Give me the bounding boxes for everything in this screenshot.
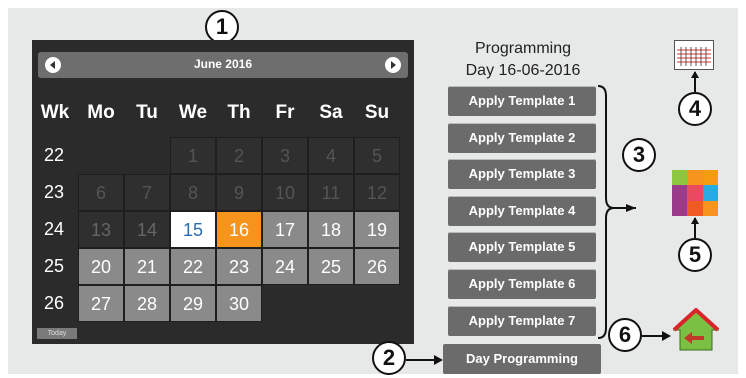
calendar-day-cell[interactable]: 9 [216,174,262,211]
callout-2-arrow [406,355,443,365]
calendar-day-cell[interactable]: 5 [354,137,400,174]
apply-template-7-button[interactable]: Apply Template 7 [448,306,596,336]
calendar-day-cell[interactable]: 21 [124,248,170,285]
calendar-day-cell[interactable]: 26 [354,248,400,285]
callout-4: 4 [678,92,712,126]
calendar-day-cell[interactable]: 22 [170,248,216,285]
calendar-day-cell[interactable]: 13 [78,211,124,248]
calendar-day-cell[interactable]: 30 [216,285,262,322]
day-header-su: Su [364,102,390,123]
calendar-day-cell[interactable]: 1 [170,137,216,174]
callout-6: 6 [608,318,642,352]
calendar-day-cell[interactable]: 27 [78,285,124,322]
day-header-fr: Fr [275,102,295,123]
day-header-we: We [178,102,208,123]
day-header-sa: Sa [319,102,343,123]
week-number: 22 [43,145,65,165]
callout-2: 2 [372,341,406,375]
calendar-day-cell[interactable]: 29 [170,285,216,322]
callout-3: 3 [622,138,656,172]
calendar-month-title: June 2016 [193,57,253,71]
calendar-day-cell[interactable]: 6 [78,174,124,211]
calendar-day-cell[interactable]: 2 [216,137,262,174]
callout-6-arrow [642,331,671,341]
color-palette-icon[interactable] [672,170,718,216]
calendar-day-cell[interactable]: 19 [354,211,400,248]
apply-template-2-button[interactable]: Apply Template 2 [448,123,596,153]
calendar-day-cell[interactable]: 28 [124,285,170,322]
apply-template-1-button[interactable]: Apply Template 1 [448,86,596,116]
callout-1: 1 [205,10,239,44]
calendar-day-cell[interactable]: 4 [308,137,354,174]
calendar-day-cell[interactable]: 17 [262,211,308,248]
programming-title: Programming Day 16-06-2016 [440,38,606,82]
calendar-day-cell[interactable]: 16 [216,211,262,248]
callout-4-line [691,71,699,92]
calendar-day-cell[interactable]: 25 [308,248,354,285]
day-programming-button[interactable]: Day Programming [443,344,601,374]
calendar-day-cell[interactable]: 20 [78,248,124,285]
calendar-day-cell[interactable]: 24 [262,248,308,285]
template-brace-indicator [597,85,636,339]
day-header-th: Th [227,102,251,123]
day-header-tu: Tu [136,102,158,123]
day-header-mo: Mo [87,102,115,123]
calendar-day-cell[interactable]: 18 [308,211,354,248]
apply-template-5-button[interactable]: Apply Template 5 [448,232,596,262]
programming-title-line1: Programming [474,40,572,57]
callout-5: 5 [678,238,712,272]
calendar-header: June 2016 [38,52,408,78]
apply-template-6-button[interactable]: Apply Template 6 [448,269,596,299]
home-icon[interactable] [672,308,720,352]
calendar-day-cell[interactable]: 8 [170,174,216,211]
calendar-day-cell[interactable]: 14 [124,211,170,248]
week-column-header: Wk [40,102,70,123]
week-number: 25 [43,256,65,276]
calendar-day-cell[interactable]: 7 [124,174,170,211]
calendar-day-cell[interactable]: 23 [216,248,262,285]
next-month-button[interactable] [385,57,401,73]
calendar: June 2016 Wk Mo Tu We Th Fr Sa Su 22 1 2 3 4 5 23 6 7 8 9 1… [32,40,414,344]
week-number: 24 [43,219,65,239]
programming-title-date: Day 16-06-2016 [465,62,581,79]
apply-template-3-button[interactable]: Apply Template 3 [448,159,596,189]
calendar-day-cell[interactable]: 10 [262,174,308,211]
week-number: 26 [43,293,65,313]
schedule-grid-icon[interactable] [674,40,714,70]
apply-template-4-button[interactable]: Apply Template 4 [448,196,596,226]
calendar-day-cell[interactable]: 3 [262,137,308,174]
week-number: 23 [43,182,65,202]
next-arrow-icon [391,61,396,69]
calendar-day-cell[interactable]: 15 [170,211,216,248]
callout-5-line [691,217,699,238]
today-button[interactable]: Today [37,328,77,339]
calendar-day-cell[interactable]: 11 [308,174,354,211]
calendar-day-cell[interactable]: 12 [354,174,400,211]
